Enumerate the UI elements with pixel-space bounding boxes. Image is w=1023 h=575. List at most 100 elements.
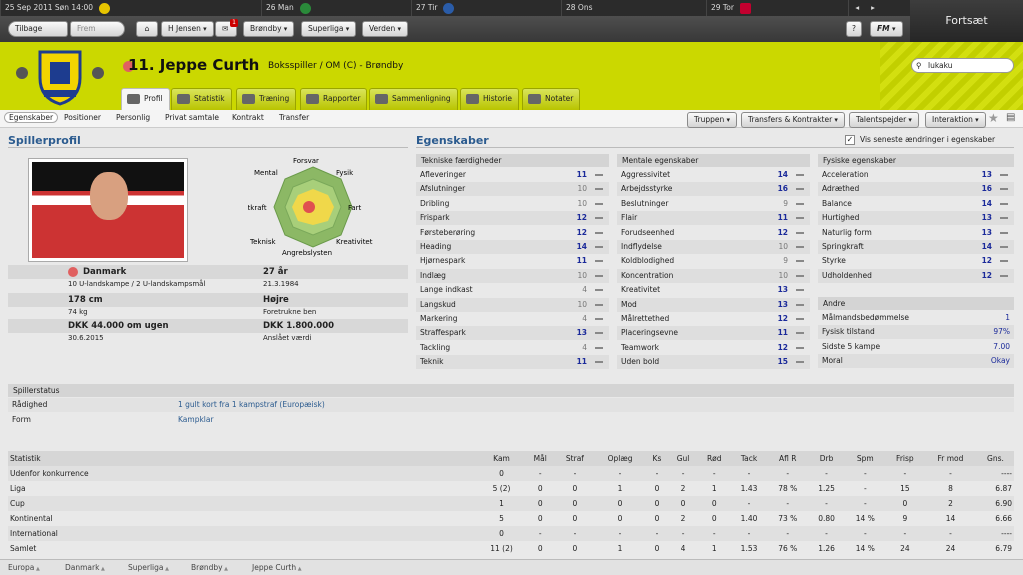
attribute-row[interactable]: Adræthed 16 bbox=[818, 182, 1014, 197]
breadcrumb-item[interactable]: Superliga ▲ bbox=[128, 563, 169, 572]
fm-menu[interactable]: FM bbox=[870, 21, 903, 37]
availability-link[interactable]: 1 gult kort fra 1 kampstraf (Europæisk) bbox=[178, 398, 325, 412]
scout-menu[interactable]: Talentspejder bbox=[849, 112, 919, 128]
attribute-row[interactable]: Forudseenhed 12 bbox=[617, 226, 810, 240]
stats-column-header[interactable]: Kam bbox=[478, 451, 526, 466]
attribute-row[interactable]: Flair 11 bbox=[617, 211, 810, 226]
attribute-row[interactable]: Mod 13 bbox=[617, 297, 810, 312]
subtab-transfer[interactable]: Transfer bbox=[279, 113, 309, 122]
stats-column-header[interactable]: Rød bbox=[697, 451, 731, 466]
attribute-row[interactable]: Straffespark 13 bbox=[416, 326, 609, 341]
attribute-row[interactable]: Hurtighed 13 bbox=[818, 211, 1014, 226]
tab-traening[interactable]: Træning bbox=[236, 88, 297, 110]
stats-column-header[interactable]: Straf bbox=[555, 451, 595, 466]
attribute-row[interactable]: Førsteberøring 12 bbox=[416, 226, 609, 240]
attribute-row[interactable]: Teamwork 12 bbox=[617, 341, 810, 355]
stats-column-header[interactable]: Gns. bbox=[976, 451, 1014, 466]
attribute-row[interactable]: Markering 4 bbox=[416, 312, 609, 326]
attribute-row[interactable]: Beslutninger 9 bbox=[617, 197, 810, 211]
attribute-row[interactable]: Springkraft 14 bbox=[818, 240, 1014, 254]
tab-rapporter[interactable]: Rapporter bbox=[300, 88, 368, 110]
home-button[interactable]: ⌂ bbox=[136, 21, 158, 37]
prev-player-icon[interactable] bbox=[16, 67, 28, 79]
next-player-icon[interactable] bbox=[92, 67, 104, 79]
continue-button[interactable]: Fortsæt bbox=[910, 0, 1023, 42]
attribute-row[interactable]: Afslutninger 10 bbox=[416, 182, 609, 197]
subtab-kontrakt[interactable]: Kontrakt bbox=[232, 113, 264, 122]
transfers-menu[interactable]: Transfers & Kontrakter bbox=[741, 112, 845, 128]
subtab-privat-samtale[interactable]: Privat samtale bbox=[165, 113, 219, 122]
attribute-row[interactable]: Teknik 11 bbox=[416, 355, 609, 370]
stats-column-header[interactable]: Frisp bbox=[885, 451, 924, 466]
attribute-row[interactable]: Lange indkast 4 bbox=[416, 283, 609, 297]
tab-profil[interactable]: Profil bbox=[121, 88, 170, 110]
attribute-row[interactable]: Hjørnespark 11 bbox=[416, 254, 609, 268]
attribute-row[interactable]: Målrettethed 12 bbox=[617, 312, 810, 326]
stats-column-header[interactable]: Afl R bbox=[767, 451, 809, 466]
attribute-row[interactable]: Udholdenhed 12 bbox=[818, 268, 1014, 283]
world-menu[interactable]: Verden bbox=[362, 21, 408, 37]
attribute-row[interactable]: Acceleration 13 bbox=[818, 168, 1014, 182]
tab-historie[interactable]: Historie bbox=[460, 88, 519, 110]
attribute-row[interactable]: Frispark 12 bbox=[416, 211, 609, 226]
attribute-row[interactable]: Balance 14 bbox=[818, 197, 1014, 211]
interaction-menu[interactable]: Interaktion bbox=[925, 112, 986, 128]
stats-column-header[interactable]: Gul bbox=[668, 451, 698, 466]
attribute-row[interactable]: Målmandsbedømmelse 1 bbox=[818, 311, 1014, 325]
club-menu[interactable]: Brøndby bbox=[243, 21, 295, 37]
stats-column-header[interactable]: Mål bbox=[525, 451, 556, 466]
attribute-row[interactable]: Indlæg 10 bbox=[416, 268, 609, 283]
attribute-row[interactable]: Sidste 5 kampe 7.00 bbox=[818, 340, 1014, 354]
stats-column-header[interactable]: Oplæg bbox=[594, 451, 646, 466]
inbox-button[interactable]: ✉ 1 bbox=[215, 19, 238, 37]
stats-column-header[interactable]: Tack bbox=[730, 451, 768, 466]
breadcrumb-item[interactable]: Jeppe Curth ▲ bbox=[252, 563, 302, 572]
back-button[interactable]: Tilbage bbox=[8, 21, 68, 37]
calendar-day[interactable]: 29 Tor bbox=[706, 0, 848, 16]
attribute-row[interactable]: Tackling 4 bbox=[416, 341, 609, 355]
tab-statistik[interactable]: Statistik bbox=[171, 88, 232, 110]
star-icon[interactable]: ★ bbox=[988, 111, 999, 125]
attribute-row[interactable]: Uden bold 15 bbox=[617, 355, 810, 370]
manager-menu[interactable]: H Jensen bbox=[161, 21, 214, 37]
calendar-nav[interactable]: ◂ ▸ bbox=[848, 0, 910, 16]
calendar-day[interactable]: 28 Ons bbox=[561, 0, 706, 16]
attribute-row[interactable]: Arbejdsstyrke 16 bbox=[617, 182, 810, 197]
tab-notater[interactable]: Notater bbox=[522, 88, 581, 110]
calendar-day[interactable]: 26 Man bbox=[261, 0, 411, 16]
show-changes-checkbox[interactable]: ✓ bbox=[845, 135, 855, 145]
stats-column-header[interactable]: Ks bbox=[645, 451, 669, 466]
attribute-row[interactable]: Fysisk tilstand 97% bbox=[818, 325, 1014, 340]
search-input[interactable]: ⚲ lukaku bbox=[911, 58, 1014, 73]
calendar-day[interactable]: 27 Tir bbox=[411, 0, 561, 16]
tab-sammenligning[interactable]: Sammenligning bbox=[369, 88, 458, 110]
attribute-row[interactable]: Afleveringer 11 bbox=[416, 168, 609, 182]
stats-column-header[interactable]: Spm bbox=[844, 451, 886, 466]
calendar-day[interactable]: 25 Sep 2011 Søn 14:00 bbox=[0, 0, 261, 16]
squad-menu[interactable]: Truppen bbox=[687, 112, 737, 128]
subtab-positioner[interactable]: Positioner bbox=[64, 113, 101, 122]
subtab-personlig[interactable]: Personlig bbox=[116, 113, 150, 122]
attribute-row[interactable]: Langskud 10 bbox=[416, 297, 609, 312]
attribute-row[interactable]: Kreativitet 13 bbox=[617, 283, 810, 297]
stats-column-header[interactable]: Drb bbox=[808, 451, 845, 466]
form-link[interactable]: Kampklar bbox=[178, 413, 214, 427]
attribute-row[interactable]: Placeringsevne 11 bbox=[617, 326, 810, 341]
stats-column-header[interactable]: Fr mod bbox=[923, 451, 977, 466]
help-button[interactable]: ? bbox=[846, 21, 862, 37]
breadcrumb-item[interactable]: Europa ▲ bbox=[8, 563, 40, 572]
attribute-row[interactable]: Naturlig form 13 bbox=[818, 226, 1014, 240]
breadcrumb-item[interactable]: Brøndby ▲ bbox=[191, 563, 228, 572]
attribute-row[interactable]: Dribling 10 bbox=[416, 197, 609, 211]
attribute-row[interactable]: Koldblodighed 9 bbox=[617, 254, 810, 268]
breadcrumb-item[interactable]: Danmark ▲ bbox=[65, 563, 105, 572]
forward-button[interactable]: Frem bbox=[70, 21, 125, 37]
league-menu[interactable]: Superliga bbox=[301, 21, 357, 37]
attribute-row[interactable]: Moral Okay bbox=[818, 354, 1014, 369]
attribute-row[interactable]: Heading 14 bbox=[416, 240, 609, 254]
notes-add-icon[interactable]: ▤ bbox=[1006, 112, 1015, 123]
stats-column-header[interactable]: Statistik bbox=[8, 451, 478, 466]
attribute-row[interactable]: Koncentration 10 bbox=[617, 268, 810, 283]
attribute-row[interactable]: Styrke 12 bbox=[818, 254, 1014, 268]
attribute-row[interactable]: Indflydelse 10 bbox=[617, 240, 810, 254]
